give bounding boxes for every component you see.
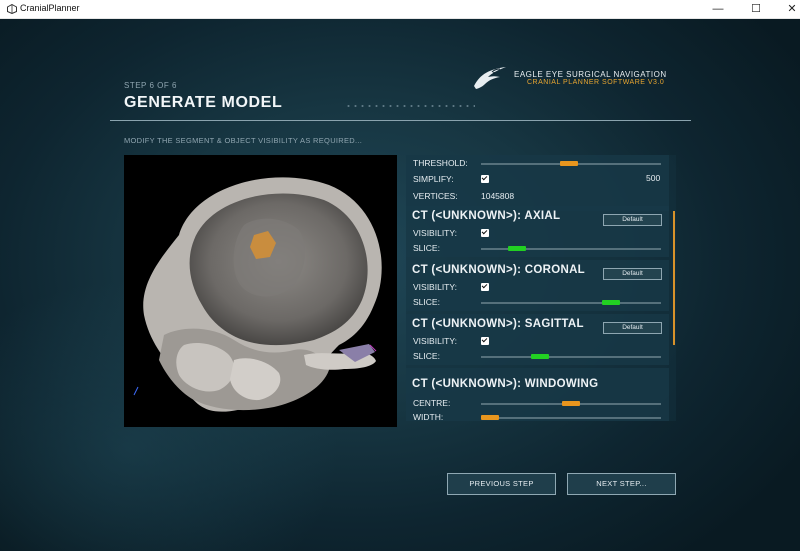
sagittal-visibility-checkbox[interactable] — [481, 337, 489, 345]
settings-panel: THRESHOLD: SIMPLIFY: 500 VERTICES: 10458… — [406, 155, 676, 421]
coronal-section: CT (<UNKNOWN>): CORONAL Default VISIBILI… — [406, 260, 669, 311]
axial-slice-label: SLICE: — [413, 243, 440, 253]
axial-slice-slider-handle[interactable] — [508, 246, 526, 251]
skull-model-render — [133, 177, 382, 412]
width-slider[interactable] — [481, 415, 661, 420]
vertices-label: VERTICES: — [413, 191, 458, 201]
centre-label: CENTRE: — [413, 398, 451, 408]
axial-slice-slider[interactable] — [481, 246, 661, 251]
sagittal-slice-label: SLICE: — [413, 351, 440, 361]
sagittal-slice-slider[interactable] — [481, 354, 661, 359]
previous-step-button[interactable]: PREVIOUS STEP — [447, 473, 556, 495]
sagittal-default-button[interactable]: Default — [603, 322, 662, 334]
sagittal-visibility-label: VISIBILITY: — [413, 336, 457, 346]
model-viewport[interactable] — [124, 155, 397, 427]
page-title: GENERATE MODEL — [124, 94, 283, 111]
close-button[interactable]: ✕ — [772, 0, 800, 18]
threshold-slider-handle[interactable] — [560, 161, 579, 166]
threshold-label: THRESHOLD: — [413, 158, 468, 168]
sagittal-section: CT (<UNKNOWN>): SAGITTAL Default VISIBIL… — [406, 314, 669, 365]
simplify-label: SIMPLIFY: — [413, 174, 454, 184]
axial-visibility-label: VISIBILITY: — [413, 228, 457, 238]
maximize-button[interactable]: ☐ — [736, 0, 776, 18]
general-settings: THRESHOLD: SIMPLIFY: 500 VERTICES: 10458… — [406, 155, 669, 211]
axial-default-button[interactable]: Default — [603, 214, 662, 226]
vertices-value: 1045808 — [481, 191, 515, 201]
window-title: CranialPlanner — [20, 3, 80, 13]
coronal-slice-slider[interactable] — [481, 300, 661, 305]
axial-visibility-checkbox[interactable] — [481, 229, 489, 237]
sagittal-slice-slider-handle[interactable] — [531, 354, 550, 359]
centre-slider[interactable] — [481, 401, 661, 406]
coronal-slice-label: SLICE: — [413, 297, 440, 307]
brand-name: EAGLE EYE SURGICAL NAVIGATION — [514, 70, 667, 79]
windowing-section: CT (<UNKNOWN>): WINDOWING CENTRE: WIDTH: — [406, 368, 669, 421]
width-slider-handle[interactable] — [481, 415, 499, 420]
header-divider — [110, 120, 691, 121]
minimize-button[interactable]: — — [698, 0, 738, 18]
coronal-title: CT (<UNKNOWN>): CORONAL — [412, 264, 585, 276]
next-step-button[interactable]: NEXT STEP... — [567, 473, 676, 495]
brand-subtitle: CRANIAL PLANNER SOFTWARE V3.0 — [527, 79, 665, 86]
window-titlebar: CranialPlanner — ☐ ✕ — [0, 0, 800, 19]
unity-icon — [7, 4, 17, 14]
sagittal-title: CT (<UNKNOWN>): SAGITTAL — [412, 318, 584, 330]
simplify-value: 500 — [646, 173, 661, 183]
threshold-slider[interactable] — [481, 161, 661, 166]
axial-section: CT (<UNKNOWN>): AXIAL Default VISIBILITY… — [406, 206, 669, 257]
coronal-slice-slider-handle[interactable] — [601, 300, 620, 305]
simplify-checkbox[interactable] — [481, 175, 489, 183]
instructions-text: MODIFY THE SEGMENT & OBJECT VISIBILITY A… — [124, 136, 363, 145]
app-stage: STEP 6 OF 6 GENERATE MODEL EAGLE EYE SUR… — [0, 19, 800, 551]
panel-scrollbar[interactable] — [673, 211, 675, 345]
decorative-dots — [345, 105, 475, 107]
windowing-title: CT (<UNKNOWN>): WINDOWING — [412, 378, 599, 390]
coronal-visibility-checkbox[interactable] — [481, 283, 489, 291]
step-indicator: STEP 6 OF 6 — [124, 81, 177, 90]
eagle-logo-icon — [474, 67, 506, 89]
centre-slider-handle[interactable] — [562, 401, 580, 406]
coronal-visibility-label: VISIBILITY: — [413, 282, 457, 292]
axial-title: CT (<UNKNOWN>): AXIAL — [412, 210, 561, 222]
width-label: WIDTH: — [413, 412, 444, 421]
coronal-default-button[interactable]: Default — [603, 268, 662, 280]
